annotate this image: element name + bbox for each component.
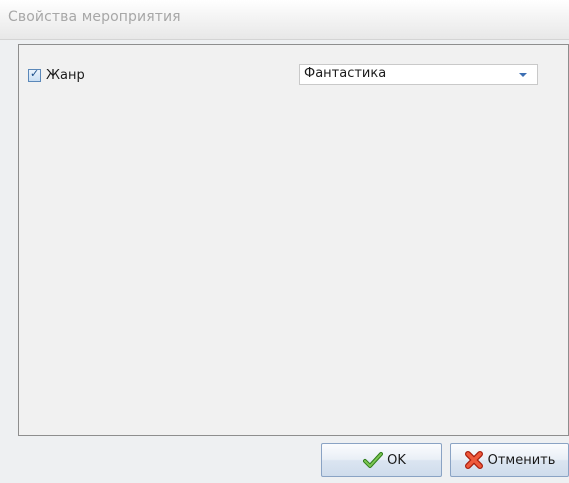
cancel-button-label: Отменить (487, 452, 556, 468)
properties-panel: ✓ Жанр Фантастика (18, 44, 569, 436)
dialog-title: Свойства мероприятия (8, 9, 181, 25)
red-x-icon (464, 451, 483, 469)
genre-dropdown[interactable]: Фантастика (299, 64, 538, 85)
checkbox-check-icon: ✓ (30, 66, 40, 80)
genre-field-row: ✓ Жанр (28, 64, 85, 86)
genre-dropdown-value: Фантастика (304, 66, 387, 81)
dialog-titlebar[interactable]: Свойства мероприятия (0, 0, 569, 40)
checkmark-icon (363, 452, 384, 468)
cancel-button[interactable]: Отменить (450, 443, 569, 477)
genre-checkbox[interactable]: ✓ (28, 66, 41, 82)
ok-button[interactable]: OK (321, 443, 442, 477)
dialog-body: ✓ Жанр Фантастика OK Отменить (0, 40, 569, 483)
genre-label: Жанр (46, 67, 85, 83)
event-properties-dialog: Свойства мероприятия ✓ Жанр Фантастика O… (0, 0, 569, 483)
chevron-down-icon[interactable] (519, 73, 527, 77)
ok-button-label: OK (387, 452, 406, 468)
